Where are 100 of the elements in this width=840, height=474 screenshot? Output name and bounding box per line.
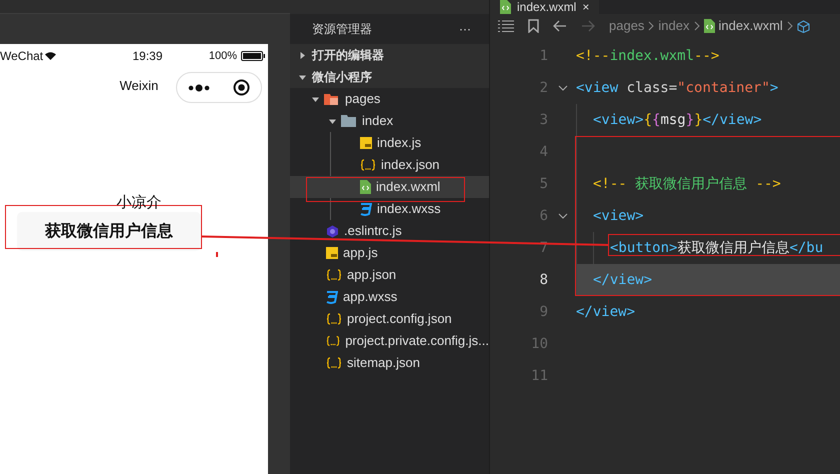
code-token: msg: [660, 110, 686, 130]
section-header[interactable]: 微信小程序: [290, 66, 489, 88]
code-token: -->: [694, 46, 720, 66]
explorer-title: 资源管理器: [312, 21, 372, 38]
code-file-icon: [360, 180, 371, 194]
file-tree-item[interactable]: .eslintrc.js: [290, 220, 489, 242]
code-token: -->: [756, 174, 781, 194]
code-token: <!--: [576, 46, 610, 66]
code-token: "container": [677, 78, 770, 98]
file-tree-item[interactable]: project.config.json: [290, 308, 489, 330]
code-token: <view>: [593, 110, 644, 130]
file-name: project.config.json: [347, 310, 452, 328]
carrier-label: WeChat: [0, 48, 44, 65]
code-token: <view>: [593, 206, 644, 226]
file-tree-item[interactable]: index.json: [290, 154, 489, 176]
file-name: sitemap.json: [347, 354, 420, 372]
code-file-icon: [704, 19, 714, 33]
chevron-icon: [786, 21, 793, 31]
line-number: 9: [538, 302, 549, 322]
file-name: project.private.config.js...: [345, 332, 489, 350]
file-name: index.wxss: [377, 200, 441, 218]
js-file-icon: [326, 247, 338, 259]
js-file-icon: [360, 137, 372, 149]
fold-chevron-icon[interactable]: [558, 213, 568, 219]
braces-file-icon: [360, 159, 376, 171]
caret-icon: [299, 52, 306, 58]
file-tree-item[interactable]: index: [290, 110, 489, 132]
annotation-tick: [216, 252, 218, 257]
line-number: 6: [538, 206, 549, 226]
code-token: class=: [626, 78, 678, 98]
chevron-icon: [694, 21, 700, 31]
line-number: 4: [538, 142, 549, 162]
code-token: </view>: [702, 110, 762, 130]
code-token: <!--: [593, 174, 627, 194]
section-header[interactable]: 打开的编辑器: [290, 44, 489, 66]
braces-file-icon: [326, 357, 342, 369]
braces-file-icon: [326, 269, 342, 281]
fold-chevron-icon[interactable]: [558, 85, 568, 91]
file-name: index.wxml: [376, 178, 440, 196]
section-label: 微信小程序: [312, 69, 372, 86]
code-token: {: [652, 110, 660, 130]
line-number: 8: [538, 270, 549, 290]
breadcrumb-item[interactable]: index.wxml: [718, 16, 783, 36]
more-button[interactable]: ···: [459, 20, 471, 38]
nav-title: Weixin: [118, 77, 158, 96]
code-token: 获取微信用户信息: [634, 174, 748, 194]
code-file-icon: [500, 0, 511, 14]
caret-icon: [329, 118, 336, 124]
file-name: index: [362, 112, 394, 130]
file-tree-item[interactable]: index.wxss: [290, 198, 489, 220]
code-token: </bu: [789, 238, 824, 258]
line-number: 10: [530, 334, 549, 354]
hexagon-icon: [326, 224, 339, 238]
file-tree-item[interactable]: app.wxss: [290, 286, 489, 308]
chevron-icon: [648, 21, 654, 31]
capsule-menu[interactable]: [176, 72, 262, 103]
code-token: </view>: [593, 270, 652, 290]
code-token: }: [694, 110, 703, 130]
code-token: }: [686, 110, 694, 130]
list-icon[interactable]: [498, 20, 514, 32]
get-user-info-button[interactable]: 获取微信用户信息: [17, 212, 201, 251]
file-name: app.json: [347, 266, 396, 284]
file-name: .eslintrc.js: [344, 222, 402, 240]
caret-icon: [299, 74, 306, 80]
braces-file-icon: [326, 335, 340, 347]
wifi-icon: [45, 52, 56, 60]
file-tree-item[interactable]: index.js: [290, 132, 489, 154]
file-tree-item[interactable]: index.wxml: [290, 176, 489, 198]
code-token: <view: [576, 78, 618, 98]
file-tree-item[interactable]: sitemap.json: [290, 352, 489, 374]
file-name: pages: [345, 90, 380, 108]
more-dots-icon: [188, 84, 210, 92]
file-name: index.json: [381, 156, 440, 174]
line-number: 5: [538, 174, 549, 194]
breadcrumb-item[interactable]: index: [658, 16, 690, 36]
folder-icon: [341, 115, 357, 127]
line-number: 11: [530, 366, 549, 386]
close-icon[interactable]: ×: [582, 1, 590, 13]
code-token: >: [770, 78, 778, 98]
editor-tab[interactable]: index.wxml ×: [490, 0, 600, 14]
css-file-icon: [326, 290, 338, 304]
file-tree-item[interactable]: app.js: [290, 242, 489, 264]
back-arrow-icon[interactable]: [553, 20, 567, 32]
line-number: 3: [538, 110, 549, 130]
line-number: 1: [538, 46, 549, 66]
bookmark-icon[interactable]: [528, 19, 539, 33]
folder-icon: [324, 92, 340, 106]
code-token: {: [644, 110, 652, 130]
breadcrumb-item[interactable]: pages: [609, 16, 644, 36]
clock-time: 19:39: [132, 48, 163, 65]
file-name: app.js: [343, 244, 378, 262]
section-label: 打开的编辑器: [312, 47, 384, 64]
file-tree-item[interactable]: project.private.config.js...: [290, 330, 489, 352]
braces-file-icon: [326, 313, 342, 325]
code-token: <button>: [610, 238, 678, 258]
cube-icon: [796, 20, 810, 32]
file-tree-item[interactable]: app.json: [290, 264, 489, 286]
file-tree-item[interactable]: pages: [290, 88, 489, 110]
code-token: </view>: [576, 302, 636, 322]
code-token: 获取微信用户信息: [677, 238, 790, 258]
